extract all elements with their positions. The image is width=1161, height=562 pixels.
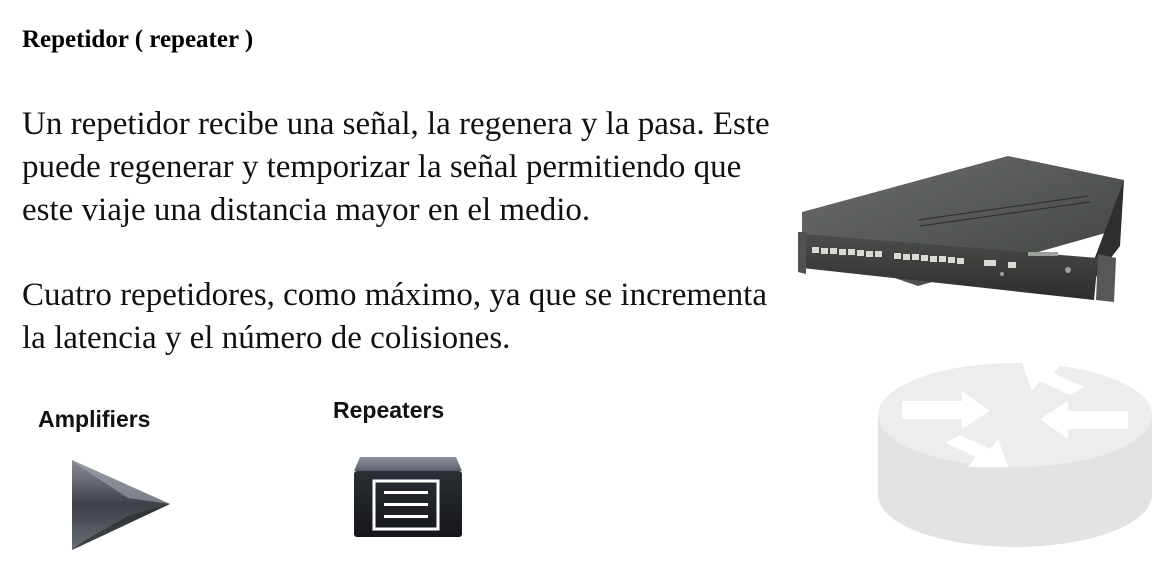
slide: Repetidor ( repeater ) Un repetidor reci…: [0, 0, 1161, 562]
paragraph-line: puede regenerar y temporizar la señal pe…: [22, 149, 742, 185]
paragraph-line: este viaje una distancia mayor en el med…: [22, 192, 591, 228]
slide-title: Repetidor ( repeater ): [22, 26, 254, 53]
router-icon: [878, 363, 1152, 547]
paragraph-description: Un repetidor recibe una señal, la regene…: [22, 103, 770, 232]
amplifiers-label: Amplifiers: [38, 406, 151, 432]
paragraph-limit: Cuatro repetidores, como máximo, ya que …: [22, 274, 767, 360]
repeater-box-icon: [354, 457, 462, 537]
amplifier-triangle-icon: [72, 460, 170, 550]
network-repeater-device-photo: [798, 156, 1124, 302]
paragraph-line: Un repetidor recibe una señal, la regene…: [22, 106, 770, 142]
paragraph-line: la latencia y el número de colisiones.: [22, 320, 511, 356]
repeaters-label: Repeaters: [333, 397, 445, 423]
paragraph-line: Cuatro repetidores, como máximo, ya que …: [22, 277, 767, 313]
